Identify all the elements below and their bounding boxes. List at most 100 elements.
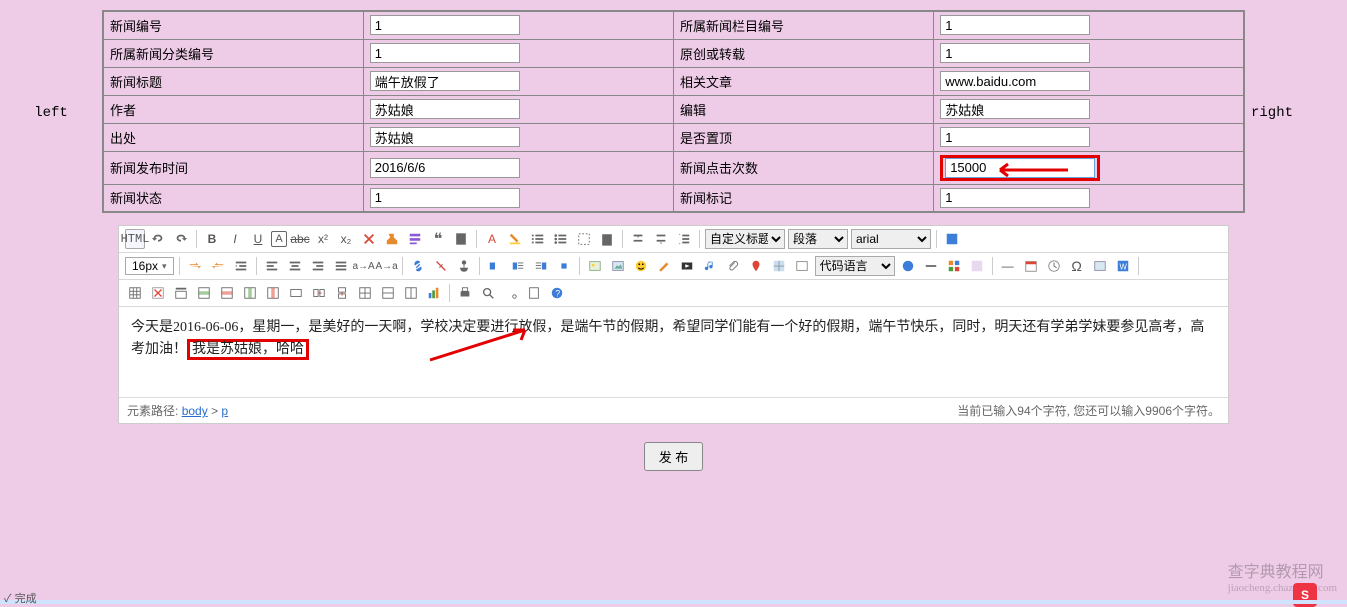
input-related[interactable]: [940, 71, 1090, 91]
input-hits[interactable]: [945, 158, 1095, 178]
insertimage-button[interactable]: [608, 256, 628, 276]
date-button[interactable]: [1021, 256, 1041, 276]
cleardoc-button[interactable]: [597, 229, 617, 249]
insertunorderedlist-button[interactable]: [551, 229, 571, 249]
insertframe-button[interactable]: [792, 256, 812, 276]
unlink-button[interactable]: [431, 256, 451, 276]
webapp-button[interactable]: [898, 256, 918, 276]
indent-button[interactable]: [231, 256, 251, 276]
wordimage-button[interactable]: W: [1113, 256, 1133, 276]
directionalityltr-button[interactable]: [185, 256, 205, 276]
music-button[interactable]: [700, 256, 720, 276]
inserttable-button[interactable]: [125, 283, 145, 303]
insertcol-button[interactable]: [240, 283, 260, 303]
print-button[interactable]: [455, 283, 475, 303]
input-publish-time[interactable]: [370, 158, 520, 178]
insertrow-button[interactable]: [194, 283, 214, 303]
path-p-link[interactable]: p: [221, 404, 228, 418]
splittocols-button[interactable]: [401, 283, 421, 303]
imagecenter-button[interactable]: [554, 256, 574, 276]
scrawl-button[interactable]: [654, 256, 674, 276]
pasteplain-button[interactable]: [451, 229, 471, 249]
template-button[interactable]: [944, 256, 964, 276]
deleterow-button[interactable]: [217, 283, 237, 303]
gmap-button[interactable]: [769, 256, 789, 276]
touppercase-button[interactable]: a→A: [354, 256, 374, 276]
customstyle-select[interactable]: 自定义标题: [705, 229, 785, 249]
imageright-button[interactable]: [531, 256, 551, 276]
paragraph-select[interactable]: 段落: [788, 229, 848, 249]
publish-button[interactable]: 发 布: [644, 442, 704, 471]
insertparagraphbeforetable-button[interactable]: [171, 283, 191, 303]
imagenone-button[interactable]: [485, 256, 505, 276]
insertvideo-button[interactable]: [677, 256, 697, 276]
tolowercase-button[interactable]: A→a: [377, 256, 397, 276]
justifycenter-button[interactable]: [285, 256, 305, 276]
input-column-id[interactable]: [940, 15, 1090, 35]
superscript-button[interactable]: x²: [313, 229, 333, 249]
simpleupload-button[interactable]: [585, 256, 605, 276]
link-button[interactable]: [408, 256, 428, 276]
input-origin[interactable]: [940, 43, 1090, 63]
input-news-id[interactable]: [370, 15, 520, 35]
mergecells-button[interactable]: [286, 283, 306, 303]
italic-button[interactable]: I: [225, 229, 245, 249]
forecolor-button[interactable]: A: [482, 229, 502, 249]
removeformat-button[interactable]: [359, 229, 379, 249]
emotion-button[interactable]: [631, 256, 651, 276]
redo-button[interactable]: [171, 229, 191, 249]
subscript-button[interactable]: x₂: [336, 229, 356, 249]
snapscreen-button[interactable]: [1090, 256, 1110, 276]
undo-button[interactable]: [148, 229, 168, 249]
input-sticky[interactable]: [940, 127, 1090, 147]
anchor-button[interactable]: [454, 256, 474, 276]
mergedown-button[interactable]: [332, 283, 352, 303]
mergeright-button[interactable]: [309, 283, 329, 303]
pagebreak-button[interactable]: [921, 256, 941, 276]
horizontal-button[interactable]: —: [998, 256, 1018, 276]
underline-button[interactable]: U: [248, 229, 268, 249]
rowspacingbottom-button[interactable]: [651, 229, 671, 249]
insertcode-select[interactable]: 代码语言: [815, 256, 895, 276]
map-button[interactable]: [746, 256, 766, 276]
help-button[interactable]: ?: [547, 283, 567, 303]
insertorderedlist-button[interactable]: [528, 229, 548, 249]
input-title[interactable]: [370, 71, 520, 91]
fullscreen-button[interactable]: [942, 229, 962, 249]
formatmatch-button[interactable]: [382, 229, 402, 249]
fontborder-button[interactable]: A: [271, 231, 287, 247]
bold-button[interactable]: B: [202, 229, 222, 249]
splittocells-button[interactable]: [355, 283, 375, 303]
input-flag[interactable]: [940, 188, 1090, 208]
time-button[interactable]: [1044, 256, 1064, 276]
fontsize-select[interactable]: 16px: [125, 257, 174, 275]
path-body-link[interactable]: body: [182, 404, 208, 418]
autotypeset-button[interactable]: [405, 229, 425, 249]
attachment-button[interactable]: [723, 256, 743, 276]
splittorows-button[interactable]: [378, 283, 398, 303]
input-status[interactable]: [370, 188, 520, 208]
imageleft-button[interactable]: [508, 256, 528, 276]
editor-content[interactable]: 今天是2016-06-06，星期一，是美好的一天啊，学校决定要进行放假，是端午节…: [119, 307, 1228, 397]
preview-button[interactable]: [478, 283, 498, 303]
input-source[interactable]: [370, 127, 520, 147]
justifyjustify-button[interactable]: [331, 256, 351, 276]
rowspacingtop-button[interactable]: [628, 229, 648, 249]
spechars-button[interactable]: Ω: [1067, 256, 1087, 276]
input-category-id[interactable]: [370, 43, 520, 63]
directionalityrtl-button[interactable]: [208, 256, 228, 276]
lineheight-button[interactable]: [674, 229, 694, 249]
deletecol-button[interactable]: [263, 283, 283, 303]
charts-button[interactable]: [424, 283, 444, 303]
selectall-button[interactable]: [574, 229, 594, 249]
background-button[interactable]: [967, 256, 987, 276]
strikethrough-button[interactable]: abc: [290, 229, 310, 249]
searchreplace-button[interactable]: [501, 283, 521, 303]
blockquote-button[interactable]: ❝: [428, 229, 448, 249]
deletetable-button[interactable]: [148, 283, 168, 303]
html-source-button[interactable]: HTML: [125, 229, 145, 249]
backcolor-button[interactable]: [505, 229, 525, 249]
input-author[interactable]: [370, 99, 520, 119]
drafts-button[interactable]: [524, 283, 544, 303]
justifyright-button[interactable]: [308, 256, 328, 276]
